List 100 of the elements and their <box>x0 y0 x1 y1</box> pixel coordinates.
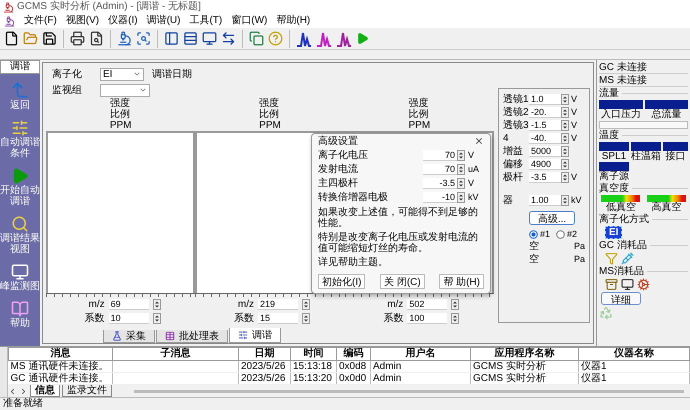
vacuum-label: 空 <box>529 240 539 253</box>
sidebar-button[interactable]: 自动调谐条件 <box>0 119 40 159</box>
back-arrow-icon <box>10 80 30 100</box>
view-tab[interactable]: 采集 <box>103 330 155 343</box>
parameter-label: 透镜3 <box>503 118 529 132</box>
parameter-field[interactable]: -1.5 <box>529 120 561 130</box>
coefficient-field[interactable]: 100 <box>407 312 448 324</box>
spinner-icon[interactable] <box>561 172 569 182</box>
spinner-icon[interactable] <box>457 192 465 202</box>
axis-label: PPM <box>259 120 281 131</box>
section-title: MS消耗品 <box>599 266 644 277</box>
menu-item[interactable]: 文件(F) <box>24 14 57 28</box>
sidebar-button[interactable]: 调谐结果视图 <box>0 215 40 255</box>
parameter-field[interactable]: 1.00 <box>529 194 561 206</box>
mz-field[interactable]: 69 <box>108 298 149 310</box>
save-icon[interactable] <box>42 31 57 46</box>
spinner-icon[interactable] <box>451 298 460 310</box>
menu-item[interactable]: 调谐(U) <box>146 14 180 28</box>
mz-field[interactable]: 219 <box>258 298 298 310</box>
spinner-icon[interactable] <box>152 312 161 324</box>
sidebar-button[interactable]: 返回 <box>0 80 40 111</box>
setting-label: 转换倍增器电极 <box>318 190 389 204</box>
peak-icon[interactable] <box>296 30 312 46</box>
spinner-icon[interactable] <box>457 178 465 188</box>
mz-field[interactable]: 502 <box>407 298 448 310</box>
menu-item[interactable]: 工具(T) <box>189 14 222 28</box>
menu-item[interactable]: 窗口(W) <box>231 14 268 28</box>
sidebar-button[interactable]: 峰监测图 <box>0 263 40 292</box>
column-header: 时间 <box>290 348 336 360</box>
spinner-icon[interactable] <box>457 164 465 174</box>
monitor-icon[interactable] <box>621 278 634 291</box>
gear-icon[interactable] <box>637 278 650 291</box>
preview-icon[interactable] <box>89 31 104 46</box>
unit-label: V <box>571 172 578 182</box>
detector-radio[interactable]: #2 <box>556 229 578 239</box>
spinner-icon[interactable] <box>561 158 569 170</box>
rows-icon[interactable] <box>183 31 198 46</box>
parameter-field[interactable]: 5000 <box>529 146 561 156</box>
log-tab[interactable]: 监录文件 <box>62 385 112 397</box>
menu-item[interactable]: 仪器(I) <box>108 14 138 28</box>
indicator-label: SPL1 <box>602 151 626 162</box>
new-file-icon[interactable] <box>4 31 19 46</box>
axis-label: 比例 <box>408 109 430 120</box>
spinner-icon[interactable] <box>451 312 460 324</box>
syringe-icon[interactable] <box>621 252 634 265</box>
spinner-icon[interactable] <box>561 194 569 206</box>
sidebar-button[interactable]: 开始自动调谐 <box>0 167 40 207</box>
spinner-icon[interactable] <box>152 298 161 310</box>
coefficient-field[interactable]: 10 <box>108 312 149 324</box>
peak-icon[interactable] <box>316 30 332 46</box>
detector-radio[interactable]: #1 <box>529 229 550 239</box>
view-tab[interactable]: 批处理表 <box>156 330 228 343</box>
setting-field[interactable]: -10 <box>423 192 457 202</box>
spinner-icon[interactable] <box>302 298 310 310</box>
play-icon[interactable] <box>356 32 369 45</box>
coefficient-field[interactable]: 15 <box>258 312 298 324</box>
spinner-icon[interactable] <box>561 106 569 118</box>
parameter-field[interactable]: -3.5 <box>529 172 561 182</box>
box-icon[interactable] <box>605 278 618 291</box>
setting-field[interactable]: 70 <box>423 164 457 174</box>
spinner-icon[interactable] <box>561 94 569 104</box>
menu-item[interactable]: 帮助(H) <box>276 14 310 28</box>
arrows-icon[interactable] <box>221 31 236 46</box>
detail-button[interactable]: 详细 <box>601 292 641 305</box>
indicator-label: 入口压力 <box>600 109 641 120</box>
parameter-label: 极杆 <box>503 170 524 184</box>
spinner-icon[interactable] <box>561 120 569 130</box>
menu-item[interactable]: 视图(V) <box>66 14 100 28</box>
copy-icon[interactable] <box>249 31 264 46</box>
grip-bar[interactable] <box>0 347 8 397</box>
dialog-button[interactable]: 帮 助(H) <box>439 274 484 289</box>
sidebar-button[interactable]: 帮助 <box>0 300 40 329</box>
dialog-button[interactable]: 初始化(I) <box>318 274 366 289</box>
log-tab[interactable]: 信息 <box>30 385 60 397</box>
axis-label: 强度 <box>259 98 280 109</box>
peak-icon[interactable] <box>336 30 352 46</box>
warning-text: 详见帮助主题。 <box>318 257 389 268</box>
instrument-icon[interactable] <box>117 31 132 46</box>
printer-icon[interactable] <box>70 31 85 46</box>
monitor-icon[interactable] <box>202 31 217 46</box>
spinner-icon[interactable] <box>561 146 569 156</box>
advanced-button[interactable]: 高级... <box>529 211 575 225</box>
spinner-icon[interactable] <box>561 132 569 144</box>
parameter-field[interactable]: 4900 <box>529 158 561 170</box>
scan-icon[interactable] <box>136 31 151 46</box>
table-cell: GCMS 实时分析 <box>470 360 578 372</box>
spinner-icon[interactable] <box>302 312 310 324</box>
setting-field[interactable]: 70 <box>423 150 457 160</box>
panel-icon[interactable] <box>164 31 179 46</box>
scrollbar[interactable] <box>134 390 684 392</box>
setting-field[interactable]: -3.5 <box>423 178 457 188</box>
spinner-icon[interactable] <box>457 150 465 160</box>
parameter-field[interactable]: 1.0 <box>529 94 561 104</box>
ionization-select[interactable]: EI <box>100 68 144 80</box>
parameter-field[interactable]: -20. <box>529 106 561 118</box>
close-icon[interactable] <box>474 136 484 146</box>
parameter-field[interactable]: -40. <box>529 132 561 144</box>
view-tab[interactable]: 调谐 <box>229 328 281 343</box>
dialog-button[interactable]: 关 闭(C) <box>380 274 425 289</box>
recycle-icon <box>599 306 613 320</box>
